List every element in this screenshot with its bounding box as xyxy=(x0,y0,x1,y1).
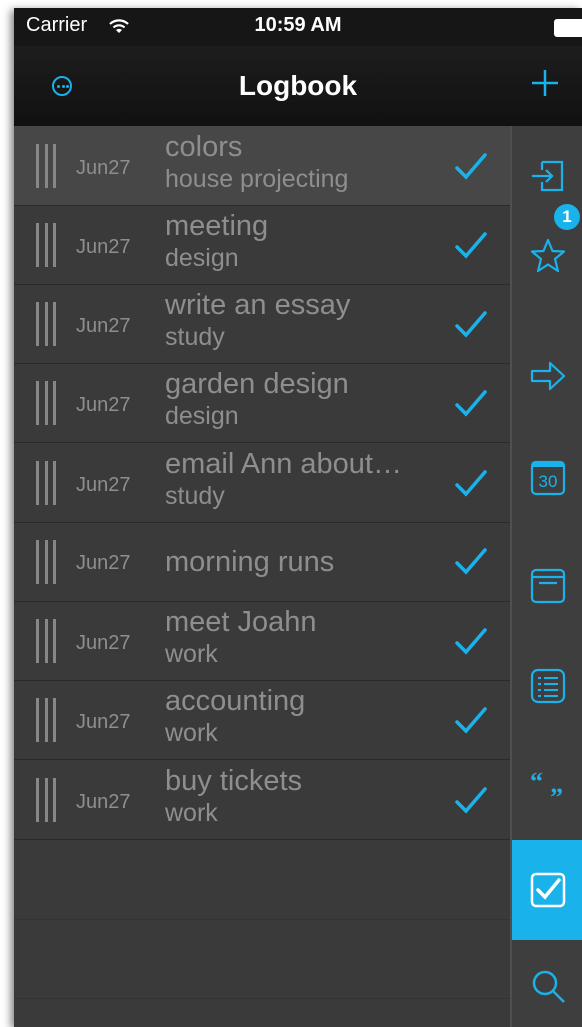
plus-icon xyxy=(532,70,558,96)
checkmark-icon[interactable] xyxy=(454,786,488,816)
sidebar-item-next[interactable] xyxy=(512,336,582,416)
checkmark-icon[interactable] xyxy=(454,627,488,657)
list-icon xyxy=(530,668,566,704)
svg-text:”: ” xyxy=(550,783,563,808)
star-icon xyxy=(530,238,566,273)
drag-handle-icon[interactable] xyxy=(36,223,56,267)
calendar-day-number: 30 xyxy=(539,472,558,491)
list-item[interactable]: Jun27 buy tickets work xyxy=(14,760,510,840)
search-icon xyxy=(532,970,565,1003)
phone-screen: Carrier 10:59 AM Logbook Jun27 colors ho… xyxy=(14,8,582,1027)
sidebar: 1 30 “ ” xyxy=(510,126,582,1027)
drag-handle-icon[interactable] xyxy=(36,619,56,663)
item-date: Jun27 xyxy=(76,394,131,416)
item-title: email Ann about… xyxy=(165,448,402,480)
item-subtitle: work xyxy=(165,719,218,747)
item-date: Jun27 xyxy=(76,474,131,496)
item-title: accounting xyxy=(165,685,306,717)
empty-row-divider xyxy=(14,998,510,999)
item-date: Jun27 xyxy=(76,552,131,574)
checkmark-icon[interactable] xyxy=(454,469,488,499)
checkbox-icon xyxy=(530,872,566,908)
item-date: Jun27 xyxy=(76,632,131,654)
list-item[interactable]: Jun27 email Ann about… study xyxy=(14,443,510,523)
item-date: Jun27 xyxy=(76,236,131,258)
add-button[interactable] xyxy=(530,68,560,103)
item-subtitle: study xyxy=(165,323,225,351)
empty-row-divider xyxy=(14,919,510,920)
item-date: Jun27 xyxy=(76,157,131,179)
navigation-bar: Logbook xyxy=(14,46,582,127)
checkmark-icon[interactable] xyxy=(454,389,488,419)
list-item[interactable]: Jun27 morning runs xyxy=(14,523,510,602)
list-item[interactable]: Jun27 garden design design xyxy=(14,364,510,443)
checkmark-icon[interactable] xyxy=(454,231,488,261)
logbook-list: Jun27 colors house projecting Jun27 meet… xyxy=(14,126,510,1027)
item-date: Jun27 xyxy=(76,791,131,813)
battery-icon xyxy=(554,19,582,37)
list-item[interactable]: Jun27 meeting design xyxy=(14,206,510,285)
sidebar-item-logbook[interactable] xyxy=(512,840,582,940)
item-title: morning runs xyxy=(165,546,335,578)
drag-handle-icon[interactable] xyxy=(36,698,56,742)
status-bar: Carrier 10:59 AM xyxy=(14,8,582,46)
drag-handle-icon[interactable] xyxy=(36,778,56,822)
checkmark-icon[interactable] xyxy=(454,706,488,736)
quote-icon: “ ” xyxy=(530,768,563,808)
item-subtitle: house projecting xyxy=(165,165,349,193)
item-subtitle: work xyxy=(165,799,218,827)
sidebar-item-projects[interactable] xyxy=(512,646,582,726)
arrow-right-icon xyxy=(530,361,566,391)
page-title: Logbook xyxy=(238,70,358,101)
svg-text:“: “ xyxy=(530,768,543,796)
sidebar-item-notes[interactable]: “ ” xyxy=(512,748,582,828)
item-subtitle: work xyxy=(165,640,218,668)
list-item[interactable]: Jun27 meet Joahn work xyxy=(14,602,510,681)
item-title: meet Joahn xyxy=(165,606,317,638)
item-title: colors xyxy=(165,131,243,163)
item-title: garden design xyxy=(165,368,349,400)
checkmark-icon[interactable] xyxy=(454,547,488,577)
item-date: Jun27 xyxy=(76,711,131,733)
item-subtitle: design xyxy=(165,402,239,430)
list-item[interactable]: Jun27 colors house projecting xyxy=(14,126,510,206)
drag-handle-icon[interactable] xyxy=(36,144,56,188)
drag-handle-icon[interactable] xyxy=(36,461,56,505)
drag-handle-icon[interactable] xyxy=(36,302,56,346)
sidebar-item-scheduled[interactable]: 30 xyxy=(512,438,582,518)
box-icon xyxy=(530,568,566,604)
item-date: Jun27 xyxy=(76,315,131,337)
item-title: buy tickets xyxy=(165,765,302,797)
inbox-icon xyxy=(532,160,564,192)
status-time: 10:59 AM xyxy=(254,14,342,36)
item-title: meeting xyxy=(165,210,269,242)
item-subtitle: design xyxy=(165,244,239,272)
list-item[interactable]: Jun27 accounting work xyxy=(14,681,510,760)
item-title: write an essay xyxy=(165,289,351,321)
sidebar-item-someday[interactable] xyxy=(512,546,582,626)
checkmark-icon[interactable] xyxy=(454,310,488,340)
calendar-icon: 30 xyxy=(530,460,566,496)
drag-handle-icon[interactable] xyxy=(36,540,56,584)
notification-badge: 1 xyxy=(554,204,580,230)
drag-handle-icon[interactable] xyxy=(36,381,56,425)
sidebar-item-search[interactable] xyxy=(512,946,582,1026)
item-subtitle: study xyxy=(165,482,225,510)
list-item[interactable]: Jun27 write an essay study xyxy=(14,285,510,364)
checkmark-icon[interactable] xyxy=(454,152,488,182)
